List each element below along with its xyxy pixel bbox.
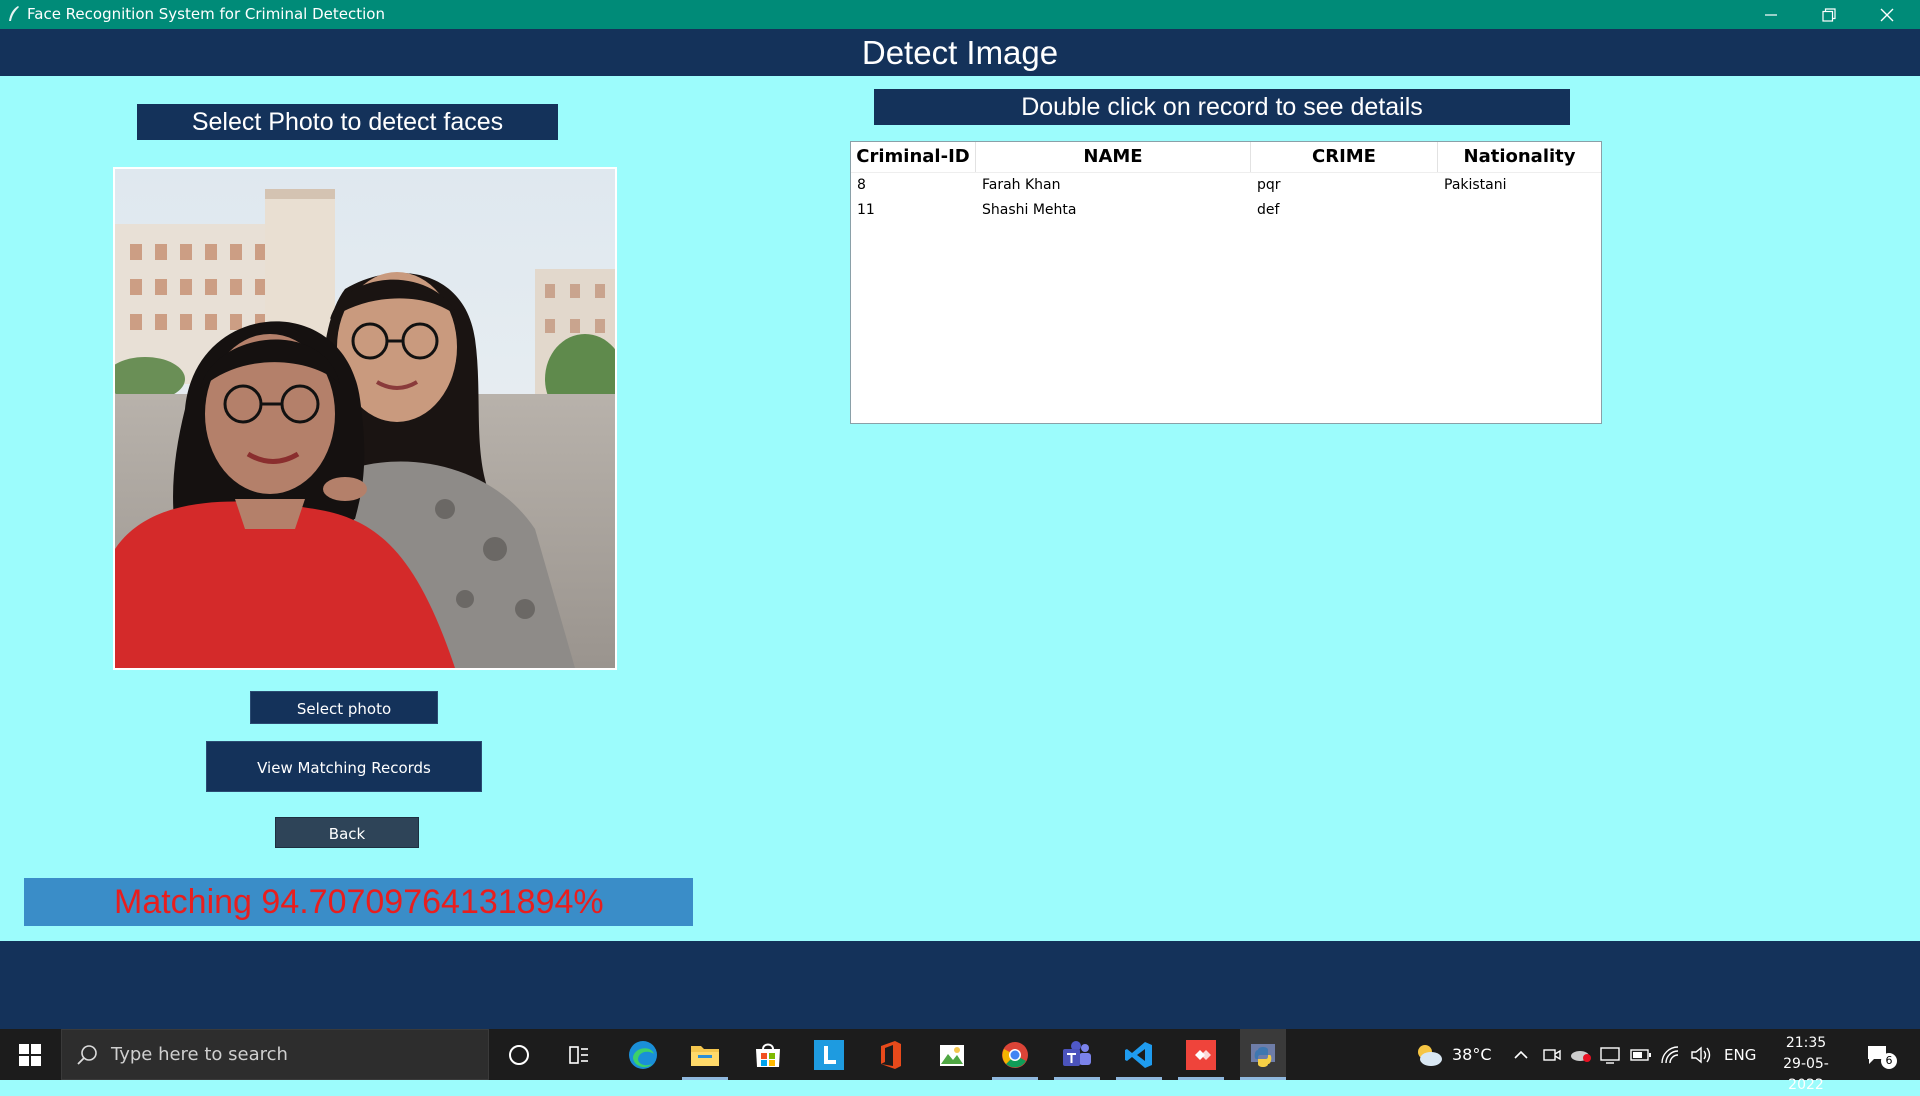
photo-image <box>115 169 615 668</box>
cell-criminal-id: 11 <box>857 202 875 218</box>
anydesk-icon <box>1186 1040 1216 1070</box>
column-header-criminal-id[interactable]: Criminal-ID <box>851 142 976 172</box>
view-matching-records-button[interactable]: View Matching Records <box>206 741 482 792</box>
close-icon <box>1880 8 1894 21</box>
wifi-icon <box>1661 1045 1679 1063</box>
task-view-icon <box>569 1046 588 1064</box>
window-title-bar: Face Recognition System for Criminal Det… <box>0 0 1920 29</box>
restore-button[interactable] <box>1800 0 1858 29</box>
clock-time: 21:35 <box>1785 1035 1827 1051</box>
security-button[interactable] <box>1600 1029 1620 1080</box>
weather-temperature: 38°C <box>1452 1045 1492 1064</box>
cortana-icon <box>509 1045 529 1065</box>
search-icon <box>77 1045 97 1065</box>
vscode-icon <box>1125 1042 1152 1068</box>
clock[interactable]: 21:35 29-05-2022 <box>1766 1033 1846 1096</box>
page-title: Detect Image <box>861 34 1059 71</box>
edge-button[interactable] <box>625 1037 661 1073</box>
criminal-records-table[interactable]: Criminal-ID NAME CRIME Nationality 8 Far… <box>850 141 1602 424</box>
image-editor-icon <box>940 1045 964 1066</box>
image-editor-button[interactable] <box>934 1037 970 1073</box>
notifications-button[interactable]: 6 <box>1866 1029 1897 1080</box>
close-button[interactable] <box>1858 0 1916 29</box>
selected-photo <box>113 167 617 670</box>
weather-widget[interactable]: 38°C <box>1414 1029 1492 1080</box>
monitor-icon <box>1600 1046 1620 1064</box>
cortana-button[interactable] <box>501 1037 537 1073</box>
page-header: Detect Image <box>0 29 1920 76</box>
python-icon <box>1251 1043 1275 1067</box>
start-button[interactable] <box>0 1029 60 1080</box>
show-hidden-icons-button[interactable] <box>1513 1029 1529 1080</box>
matching-percentage: Matching 94.70709764131894% <box>24 878 693 926</box>
volume-button[interactable] <box>1690 1029 1712 1080</box>
office-button[interactable] <box>873 1037 909 1073</box>
launcher-l-icon <box>814 1040 844 1070</box>
battery-icon <box>1630 1048 1651 1061</box>
back-button[interactable]: Back <box>275 817 419 848</box>
battery-button[interactable] <box>1630 1029 1652 1080</box>
instruction-label: Double click on record to see details <box>874 89 1570 125</box>
select-photo-button[interactable]: Select photo <box>250 691 438 724</box>
chevron-up-icon <box>1514 1050 1528 1059</box>
taskbar-search-box[interactable]: Type here to search <box>61 1029 489 1080</box>
launcher-l-button[interactable] <box>811 1037 847 1073</box>
file-explorer-icon <box>691 1046 719 1066</box>
teams-button[interactable] <box>1059 1037 1095 1073</box>
speaker-icon <box>1691 1046 1711 1063</box>
chrome-icon <box>1002 1042 1028 1068</box>
feather-app-icon <box>9 6 19 21</box>
cell-nationality: Pakistani <box>1444 177 1507 193</box>
table-row[interactable]: 11 Shashi Mehta def <box>851 198 1601 223</box>
restore-icon <box>1822 7 1836 22</box>
window-title: Face Recognition System for Criminal Det… <box>27 5 385 23</box>
taskbar: Type here to search 38°C ENG 21:35 29-05… <box>0 1029 1920 1093</box>
task-view-button[interactable] <box>561 1037 597 1073</box>
chrome-button[interactable] <box>997 1037 1033 1073</box>
search-placeholder: Type here to search <box>111 1044 288 1065</box>
onedrive-button[interactable] <box>1570 1029 1592 1080</box>
select-photo-label: Select Photo to detect faces <box>137 104 558 140</box>
table-header: Criminal-ID NAME CRIME Nationality <box>851 142 1601 173</box>
store-icon <box>756 1043 780 1067</box>
edge-icon <box>629 1041 657 1069</box>
clock-date: 29-05-2022 <box>1783 1056 1829 1093</box>
weather-cloud-sun-icon <box>1418 1044 1442 1066</box>
teams-icon <box>1063 1041 1091 1066</box>
office-icon <box>881 1041 901 1069</box>
cell-crime: pqr <box>1257 177 1281 193</box>
cell-name: Farah Khan <box>982 177 1061 193</box>
store-button[interactable] <box>750 1037 786 1073</box>
cell-criminal-id: 8 <box>857 177 866 193</box>
cell-crime: def <box>1257 202 1280 218</box>
cloud-error-icon <box>1571 1050 1591 1062</box>
minimize-icon <box>1765 13 1777 16</box>
anydesk-button[interactable] <box>1183 1037 1219 1073</box>
wifi-button[interactable] <box>1660 1029 1680 1080</box>
language-indicator[interactable]: ENG <box>1724 1029 1756 1080</box>
cell-name: Shashi Mehta <box>982 202 1077 218</box>
meet-now-button[interactable] <box>1543 1029 1561 1080</box>
column-header-crime[interactable]: CRIME <box>1251 142 1438 172</box>
camera-icon <box>1543 1048 1561 1061</box>
minimize-button[interactable] <box>1742 0 1800 29</box>
footer-band <box>0 941 1920 1029</box>
column-header-name[interactable]: NAME <box>976 142 1251 172</box>
column-header-nationality[interactable]: Nationality <box>1438 142 1601 172</box>
python-button[interactable] <box>1240 1029 1286 1080</box>
notification-count-badge: 6 <box>1881 1053 1897 1069</box>
windows-start-icon <box>19 1043 41 1066</box>
table-row[interactable]: 8 Farah Khan pqr Pakistani <box>851 173 1601 198</box>
file-explorer-button[interactable] <box>687 1037 723 1073</box>
vscode-button[interactable] <box>1121 1037 1157 1073</box>
